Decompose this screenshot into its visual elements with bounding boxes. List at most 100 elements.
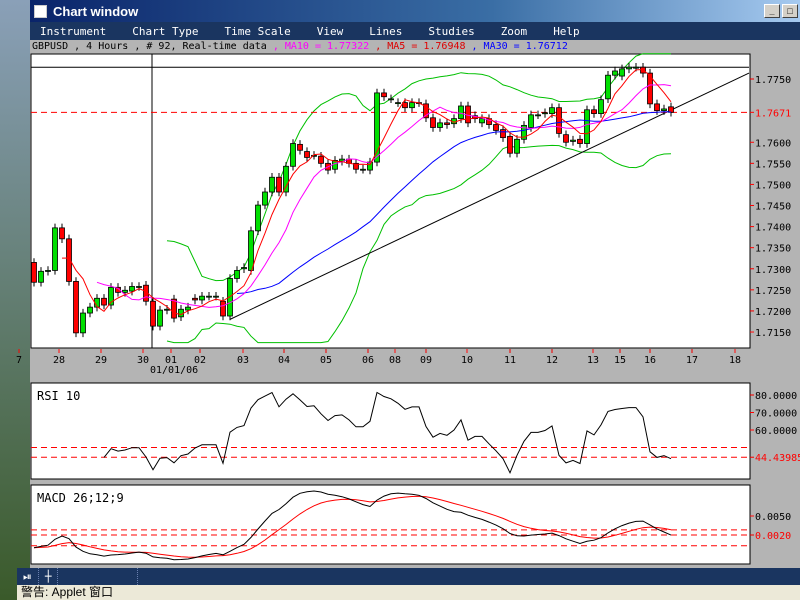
y-tick-label: 1.7250	[755, 286, 791, 297]
y-tick-label: 1.7750	[755, 75, 791, 86]
x-tick-label: 18	[729, 355, 741, 366]
candle	[605, 74, 611, 100]
candle	[395, 102, 401, 105]
candle	[381, 92, 387, 98]
candle	[318, 155, 324, 164]
candle	[591, 109, 597, 114]
candle	[633, 66, 639, 69]
candle	[199, 295, 205, 301]
candle	[122, 289, 128, 293]
candle	[241, 267, 247, 270]
y-tick-label: 1.7600	[755, 138, 791, 149]
x-tick-label: 12	[546, 355, 558, 366]
x-tick-label: 03	[237, 355, 249, 366]
candle	[514, 138, 520, 154]
candle	[101, 297, 107, 306]
candle	[584, 109, 590, 144]
candle	[206, 295, 212, 298]
candle	[577, 138, 583, 144]
toolbar-slot	[58, 568, 139, 585]
candle	[248, 230, 254, 271]
y-tick-label: 1.7500	[755, 180, 791, 191]
candle	[80, 312, 86, 334]
rsi-current-label: 44.43985	[755, 453, 800, 464]
x-tick-label: 13	[587, 355, 599, 366]
candle	[31, 262, 37, 283]
candle	[598, 99, 604, 114]
x-tick-label: 08	[389, 355, 401, 366]
candle	[500, 129, 506, 139]
rsi-tick-label: 60.0000	[755, 426, 797, 437]
candle	[654, 103, 660, 112]
y-tick-label: 1.7200	[755, 307, 791, 318]
candle	[283, 165, 289, 193]
candle	[178, 308, 184, 318]
candle	[661, 108, 667, 112]
candle	[528, 114, 534, 128]
y-tick-label: 1.7350	[755, 244, 791, 255]
candle	[479, 118, 485, 124]
candle	[262, 191, 268, 206]
play-button[interactable]: ⏯	[17, 568, 39, 585]
candle	[73, 281, 79, 334]
candle	[563, 134, 569, 143]
candle	[556, 107, 562, 134]
rsi-title: RSI 10	[37, 389, 80, 403]
candle	[437, 122, 443, 128]
candle	[38, 270, 44, 283]
x-tick-label: 05	[320, 355, 332, 366]
candle	[619, 68, 625, 77]
candle	[59, 227, 65, 240]
candle	[444, 122, 450, 125]
x-tick-label: 28	[53, 355, 65, 366]
candle	[304, 151, 310, 158]
candle	[52, 227, 58, 271]
candle	[185, 306, 191, 311]
chart-svg[interactable]: 1.7750 1.7600 1.7550 1.7500 1.7450 1.7400 1.73…	[0, 0, 800, 568]
macd-title: MACD 26;12;9	[37, 491, 124, 505]
candle	[626, 66, 632, 70]
candle	[234, 270, 240, 279]
x-tick-label: 7	[16, 355, 22, 366]
macd-current-label: 0.0020	[755, 531, 791, 542]
candle	[213, 295, 219, 298]
candle	[493, 124, 499, 131]
crosshair-tool[interactable]: ┼	[39, 568, 59, 585]
y-tick-label: 1.7450	[755, 202, 791, 213]
x-tick-label: 29	[95, 355, 107, 366]
status-bar: 警告: Applet 窗口	[17, 585, 800, 600]
candle	[87, 306, 93, 314]
x-tick-label: 10	[461, 355, 473, 366]
candle	[360, 168, 366, 171]
macd-tick-label: 0.0050	[755, 512, 791, 523]
x-tick-label: 16	[644, 355, 656, 366]
date-label: 01/01/06	[150, 365, 198, 376]
y-tick-label: 1.7550	[755, 159, 791, 170]
x-tick-label: 06	[362, 355, 374, 366]
current-price-label: 1.7671	[755, 108, 791, 119]
candle	[157, 309, 163, 327]
bottom-toolbar: ⏯ ┼	[17, 568, 800, 585]
candle	[220, 300, 226, 317]
rsi-panel[interactable]	[30, 382, 751, 480]
rsi-tick-label: 80.0000	[755, 391, 797, 402]
y-tick-label: 1.7300	[755, 265, 791, 276]
candle	[171, 298, 177, 319]
candle	[409, 102, 415, 109]
candle	[612, 70, 618, 76]
candle	[507, 135, 513, 154]
candle	[570, 139, 576, 142]
candle	[269, 176, 275, 193]
y-tick-label: 1.7400	[755, 223, 791, 234]
x-tick-label: 15	[614, 355, 626, 366]
candle	[297, 143, 303, 151]
candle	[388, 98, 394, 101]
x-tick-label: 11	[504, 355, 516, 366]
candle	[542, 112, 548, 115]
rsi-tick-label: 70.0000	[755, 409, 797, 420]
candle	[549, 107, 555, 114]
candle	[290, 143, 296, 167]
candle	[430, 117, 436, 128]
x-tick-label: 30	[137, 355, 149, 366]
candle	[45, 270, 51, 272]
